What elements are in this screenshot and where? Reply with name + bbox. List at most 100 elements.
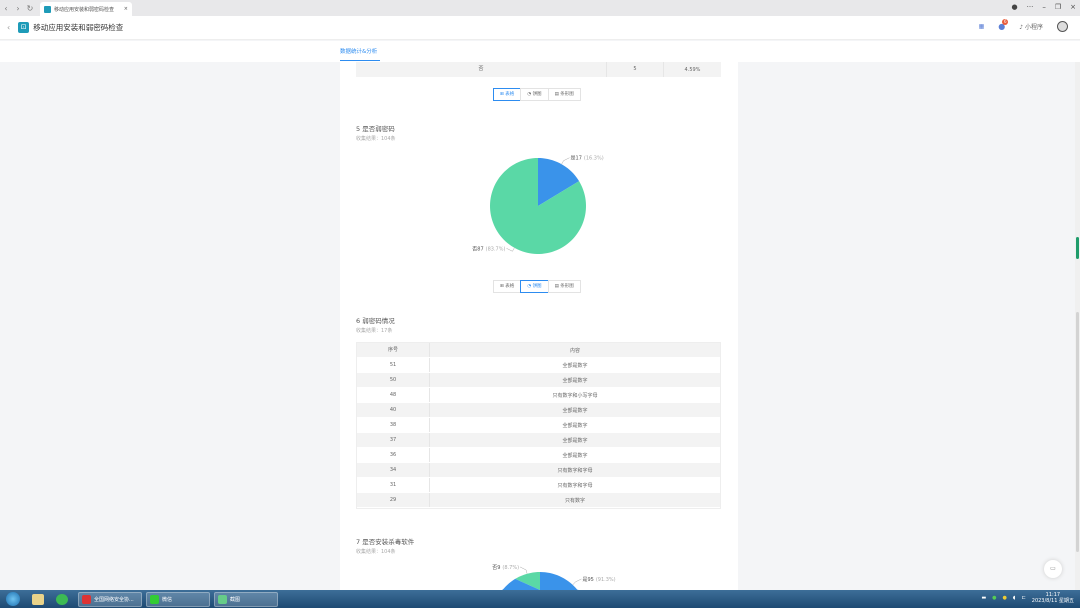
percent-cell: 4.59% bbox=[684, 66, 701, 73]
index-cell: 34 bbox=[357, 463, 430, 477]
index-cell: 40 bbox=[357, 403, 430, 417]
table-row: 否 5 4.59% bbox=[356, 62, 721, 77]
table-row: 51 全部是数字 bbox=[357, 358, 720, 373]
scrollbar[interactable] bbox=[1075, 62, 1080, 590]
label-leader-line bbox=[572, 578, 582, 586]
header-content: 内容 bbox=[569, 347, 580, 354]
app-header: ‹ ⊡ 移动应用安装和弱密码检查 ▦ ● 6 ♪ 小程序 bbox=[0, 16, 1080, 40]
tab-bar: 数据统计&分析 bbox=[0, 41, 1080, 62]
table-header: 序号 内容 bbox=[357, 343, 720, 358]
screenshot-icon bbox=[218, 594, 227, 604]
pie-chart-q7: 否9 (8.7%) 是95 (91.3%) bbox=[492, 565, 616, 590]
page-title: 移动应用安装和弱密码检查 bbox=[33, 23, 124, 32]
mini-program-button[interactable]: ♪ 小程序 bbox=[1019, 22, 1043, 31]
taskbar-item[interactable]: 微信 bbox=[146, 591, 210, 607]
close-tab-icon[interactable]: × bbox=[124, 6, 128, 12]
wechat-tray-icon[interactable]: ● bbox=[992, 595, 996, 601]
view-switcher: ⊞ 表格 ◔ 饼图 ▤ 条形图 bbox=[493, 280, 581, 293]
app-logo-icon: ⊡ bbox=[18, 22, 30, 33]
scroll-indicator bbox=[1076, 237, 1079, 259]
table-row: 38 全部是数字 bbox=[357, 418, 720, 433]
pie-view-button[interactable]: ◔ 饼图 bbox=[520, 88, 549, 101]
table-row: 48 只有数字和小写字母 bbox=[357, 388, 720, 403]
slice-label: 是95 (91.3%) bbox=[582, 577, 615, 583]
avatar[interactable] bbox=[1057, 21, 1068, 32]
tray-app-icon[interactable]: ● bbox=[1003, 595, 1007, 601]
option-cell: 否 bbox=[356, 62, 607, 77]
content-cell: 全部是数字 bbox=[562, 452, 588, 459]
forward-icon[interactable]: › bbox=[12, 4, 24, 13]
table-row: 29 只有数字 bbox=[357, 493, 720, 508]
slice-label-percent: (91.3%) bbox=[596, 577, 616, 583]
slice-label-percent: (83.7%) bbox=[486, 246, 506, 252]
file-explorer-icon[interactable] bbox=[32, 593, 44, 605]
results-panel: 否 5 4.59% ⊞ 表格 ◔ 饼图 ▤ 条形图 5 是否弱密码 收集结果：104… bbox=[340, 62, 738, 590]
scrollbar-thumb[interactable] bbox=[1076, 312, 1079, 552]
bar-view-button[interactable]: ▤ 条形图 bbox=[547, 88, 581, 101]
count-cell: 5 bbox=[607, 62, 664, 77]
taskbar-item[interactable]: 截图 bbox=[214, 591, 278, 607]
browser-tab[interactable]: 移动应用安装和弱密码检查 × bbox=[40, 2, 132, 16]
table-row: 36 全部是数字 bbox=[357, 448, 720, 463]
content-cell: 全部是数字 bbox=[562, 362, 588, 369]
content-cell: 只有数字和小写字母 bbox=[552, 392, 598, 399]
table-row: 31 只有数字和字母 bbox=[357, 478, 720, 493]
close-window-icon[interactable]: × bbox=[1070, 3, 1076, 11]
bar-view-button[interactable]: ▤ 条形图 bbox=[547, 280, 581, 293]
question-6-title: 6 弱密码情况 bbox=[356, 317, 395, 325]
index-cell: 48 bbox=[357, 388, 430, 402]
index-cell: 31 bbox=[357, 478, 430, 492]
question-6-subtitle: 收集结果：17条 bbox=[356, 328, 393, 334]
system-tray: ▬ ● ● ◖ ⊏ 11:17 2023/8/11 星期五 bbox=[981, 592, 1074, 604]
header-index: 序号 bbox=[357, 343, 430, 357]
taskbar-item[interactable]: 全国网络安全协... bbox=[78, 591, 142, 607]
tab-statistics[interactable]: 数据统计&分析 bbox=[340, 47, 380, 61]
taskbar: 全国网络安全协... 微信 截图 ▬ ● ● ◖ ⊏ 11:17 2023/8/11 星期… bbox=[0, 590, 1080, 608]
network-icon[interactable]: ⊏ bbox=[1022, 595, 1026, 601]
wechat-icon bbox=[150, 594, 159, 604]
back-arrow-icon[interactable]: ‹ bbox=[7, 23, 10, 32]
volume-icon[interactable]: ◖ bbox=[1013, 595, 1016, 601]
refresh-icon[interactable]: ↻ bbox=[24, 4, 36, 13]
app-favicon-icon bbox=[44, 5, 51, 13]
slice-label-value: 否87 bbox=[472, 246, 483, 252]
question-5-subtitle: 收集结果：104条 bbox=[356, 136, 396, 142]
grid-apps-icon[interactable]: ▦ bbox=[979, 23, 985, 30]
notification-icon[interactable]: ● 6 bbox=[998, 19, 1009, 31]
browser-titlebar: ‹ › ↻ 移动应用安装和弱密码检查 × ● ··· – ❐ × bbox=[0, 0, 1080, 16]
answers-table: 序号 内容 51 全部是数字 50 全部是数字 48 只有数字和小写字母 40 全部是数字 38 全… bbox=[356, 342, 721, 509]
feedback-button[interactable]: ▭ bbox=[1044, 560, 1062, 578]
content-cell: 只有数字和字母 bbox=[557, 482, 593, 489]
more-icon[interactable]: ··· bbox=[1027, 3, 1034, 11]
slice-label-percent: (8.7%) bbox=[502, 565, 519, 571]
content-cell: 只有数字 bbox=[564, 497, 585, 504]
content-cell: 全部是数字 bbox=[562, 422, 588, 429]
slice-label-value: 是17 bbox=[571, 156, 582, 162]
settings-icon[interactable]: ● bbox=[1012, 3, 1018, 11]
content-cell: 全部是数字 bbox=[562, 437, 588, 444]
index-cell: 36 bbox=[357, 448, 430, 462]
browser-icon[interactable] bbox=[56, 593, 68, 605]
table-view-button[interactable]: ⊞ 表格 bbox=[493, 280, 522, 293]
mini-program-label: 小程序 bbox=[1024, 24, 1043, 31]
slice-label: 是17 (16.3%) bbox=[571, 156, 604, 162]
start-button[interactable] bbox=[6, 592, 20, 606]
back-icon[interactable]: ‹ bbox=[0, 4, 12, 13]
pie-chart-q5: 是17 (16.3%) 否87 (83.7%) bbox=[472, 156, 604, 254]
question-7-subtitle: 收集结果：104条 bbox=[356, 549, 396, 555]
index-cell: 37 bbox=[357, 433, 430, 447]
question-7-title: 7 是否安装杀毒软件 bbox=[356, 538, 415, 546]
content-cell: 只有数字和字母 bbox=[557, 467, 593, 474]
keyboard-icon[interactable]: ▬ bbox=[981, 595, 986, 601]
pie-slice[interactable] bbox=[492, 572, 588, 590]
restore-icon[interactable]: ❐ bbox=[1055, 3, 1061, 11]
label-leader-line bbox=[519, 566, 528, 574]
index-cell: 38 bbox=[357, 418, 430, 432]
slice-label: 否87 (83.7%) bbox=[472, 246, 505, 252]
table-view-button[interactable]: ⊞ 表格 bbox=[493, 88, 522, 101]
minimize-icon[interactable]: – bbox=[1042, 3, 1046, 11]
wps-icon bbox=[82, 594, 91, 604]
index-cell: 51 bbox=[357, 358, 430, 372]
label-leader-line bbox=[561, 157, 570, 165]
pie-view-button[interactable]: ◔ 饼图 bbox=[520, 280, 549, 293]
